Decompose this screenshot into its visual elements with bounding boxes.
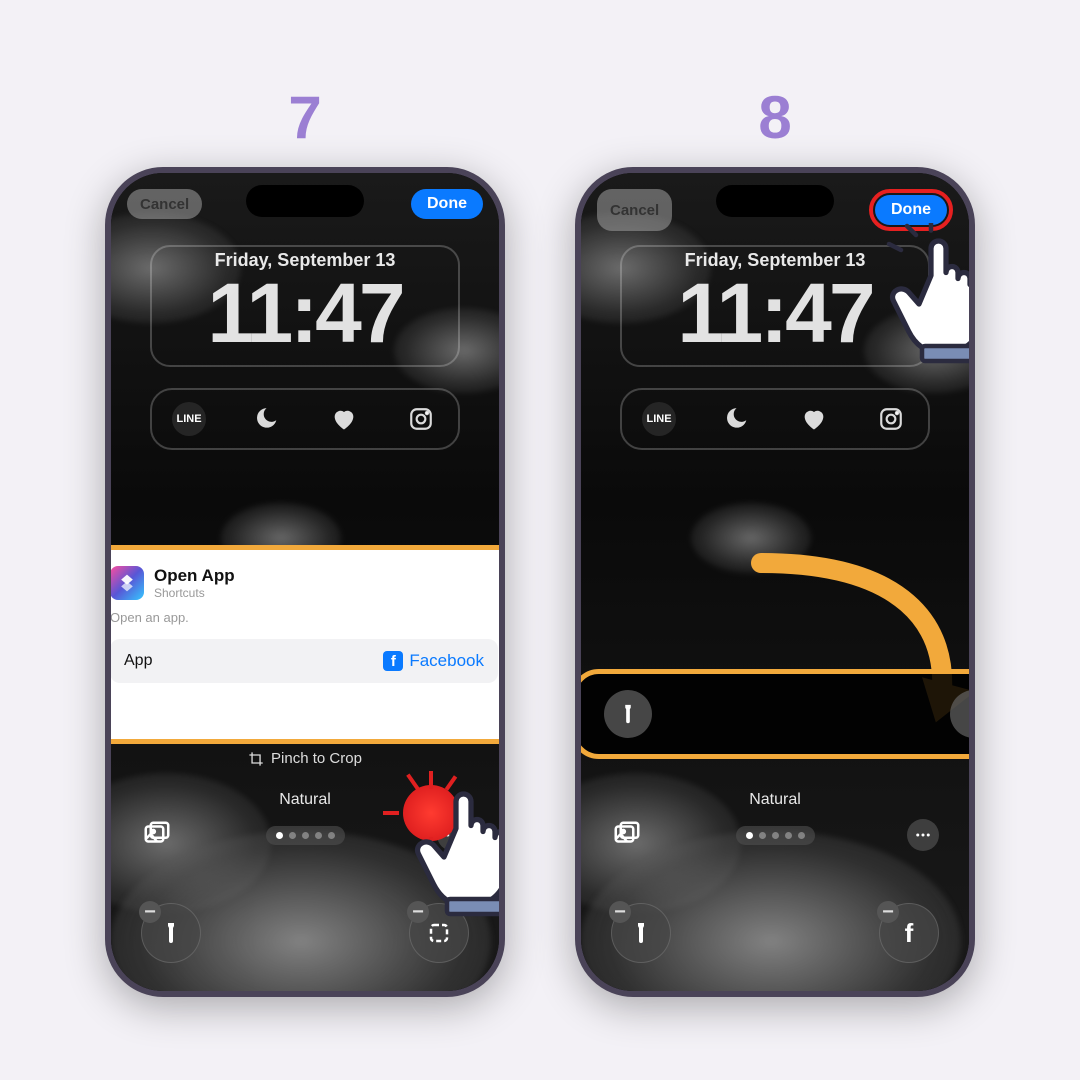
date-time-widget[interactable]: Friday, September 13 11:47 [150,245,460,367]
pointer-hand-icon [874,223,975,378]
remove-badge-icon[interactable]: − [609,901,631,923]
cancel-button[interactable]: Cancel [597,189,672,231]
dot [302,832,309,839]
step-number-8: 8 [758,83,791,152]
flashlight-quick-button[interactable]: − [611,903,671,963]
dot-active [276,832,283,839]
popup-row-value: f Facebook [383,651,484,671]
widget-shelf[interactable]: LINE [150,388,460,450]
done-button[interactable]: Done [875,195,947,225]
flashlight-quick-button[interactable]: − [141,903,201,963]
popup-title: Open App [154,566,235,586]
heart-icon[interactable] [327,402,361,436]
quick-action-highlight: f [575,669,975,759]
facebook-icon: f [970,700,975,728]
filter-controls: Natural [581,791,969,851]
remove-badge-icon[interactable]: − [877,901,899,923]
popup-app-name: Facebook [409,651,484,671]
pointer-hand-icon [399,776,505,931]
line-icon[interactable]: LINE [642,402,676,436]
phone-frame-8: Cancel Done Friday, September 13 11:47 L… [575,167,975,997]
step-number-7: 7 [288,83,321,152]
facebook-quick-button[interactable]: − f [879,903,939,963]
dot [315,832,322,839]
popup-app-row[interactable]: App f Facebook [110,639,498,683]
filter-name-label: Natural [581,791,969,809]
photo-picker-icon[interactable] [141,819,173,851]
dnd-moon-icon[interactable] [249,402,283,436]
filter-dots[interactable] [266,826,345,845]
dot [289,832,296,839]
facebook-option[interactable]: f [950,690,975,738]
line-icon[interactable]: LINE [172,402,206,436]
open-app-popup: Open App Shortcuts Open an app. App f Fa… [105,545,505,744]
dynamic-island [716,185,834,217]
flashlight-option[interactable] [604,690,652,738]
popup-subtitle: Shortcuts [154,586,235,600]
shortcuts-icon [110,566,144,600]
instagram-icon[interactable] [874,402,908,436]
phone-frame-7: Cancel Done Friday, September 13 11:47 L… [105,167,505,997]
step-7-column: 7 Cancel Done Friday, September 13 11:47… [105,83,505,997]
popup-description: Open an app. [110,610,498,625]
cancel-button[interactable]: Cancel [127,189,202,219]
step-8-column: 8 Cancel Done Friday, September 13 11:47 [575,83,975,997]
dynamic-island [246,185,364,217]
dot [798,832,805,839]
facebook-icon: f [383,651,403,671]
dot-active [746,832,753,839]
widget-shelf[interactable]: LINE [620,388,930,450]
popup-row-label: App [124,652,152,670]
remove-badge-icon[interactable]: − [139,901,161,923]
photo-picker-icon[interactable] [611,819,643,851]
dot [759,832,766,839]
done-button[interactable]: Done [411,189,483,219]
facebook-icon: f [905,918,914,949]
heart-icon[interactable] [797,402,831,436]
more-icon[interactable] [907,819,939,851]
pinch-to-crop-hint: Pinch to Crop [248,750,362,767]
moon-decor [260,438,350,528]
moon-decor [730,438,820,528]
pinch-label: Pinch to Crop [271,750,362,767]
dot [785,832,792,839]
time-label: 11:47 [152,271,458,355]
dot [328,832,335,839]
dot [772,832,779,839]
instagram-icon[interactable] [404,402,438,436]
dnd-moon-icon[interactable] [719,402,753,436]
filter-dots[interactable] [736,826,815,845]
